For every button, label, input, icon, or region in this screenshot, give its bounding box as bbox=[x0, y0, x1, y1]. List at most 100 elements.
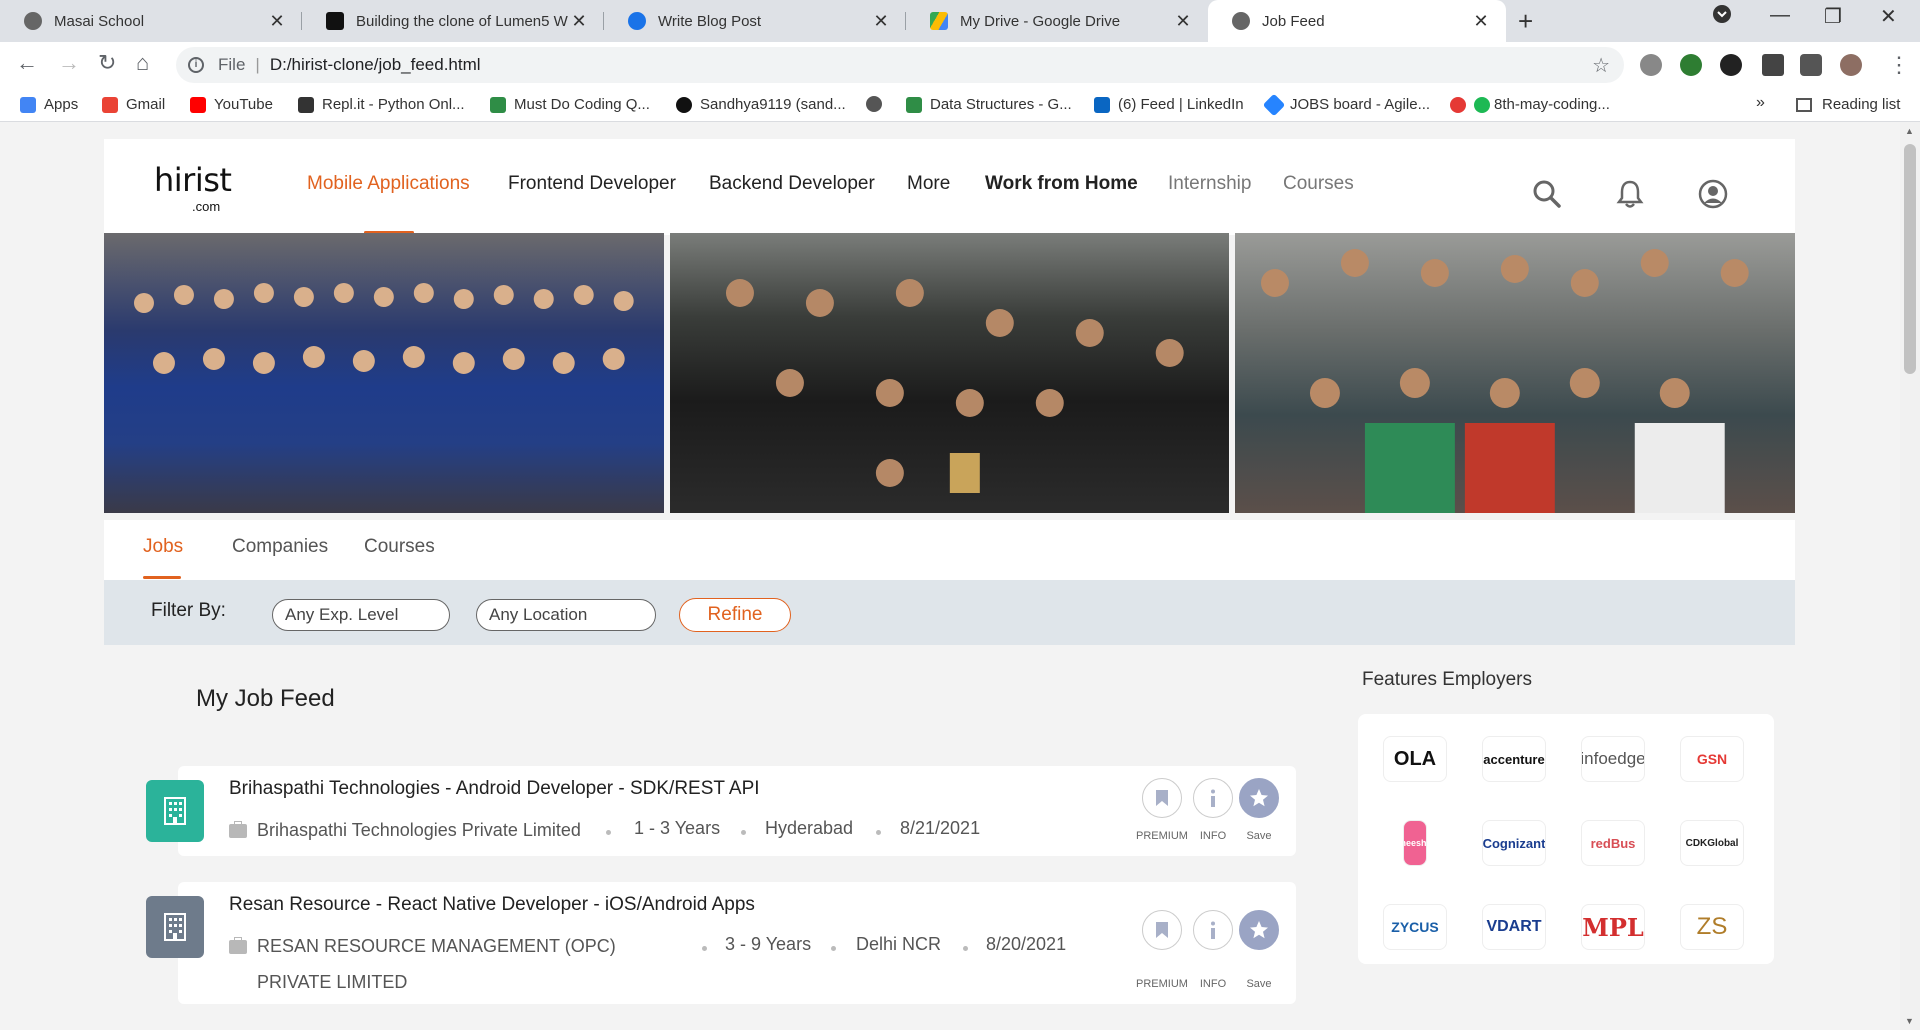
scroll-up-icon[interactable]: ▲ bbox=[1905, 126, 1914, 136]
employer-logo-vdart[interactable]: VDART bbox=[1482, 904, 1546, 950]
tab-companies[interactable]: Companies bbox=[232, 536, 328, 558]
home-icon[interactable]: ⌂ bbox=[136, 50, 149, 76]
bookmark-data-structures[interactable]: Data Structures - G... bbox=[906, 96, 1072, 113]
profile-avatar[interactable] bbox=[1840, 54, 1862, 76]
extension-html-icon[interactable] bbox=[1680, 54, 1702, 76]
close-icon[interactable]: ✕ bbox=[870, 11, 892, 32]
bookmark-globe[interactable] bbox=[866, 96, 890, 112]
bookmark-label: Data Structures - G... bbox=[930, 96, 1072, 113]
save-star-icon[interactable] bbox=[1239, 778, 1279, 818]
employer-logo-cognizant[interactable]: Cognizant bbox=[1482, 820, 1546, 866]
employer-logo-meesho[interactable]: meesho bbox=[1403, 820, 1427, 866]
bookmark-jira[interactable]: JOBS board - Agile... bbox=[1262, 93, 1430, 116]
reading-list-label: Reading list bbox=[1822, 96, 1901, 113]
tab-courses[interactable]: Courses bbox=[364, 536, 435, 558]
job-company: RESAN RESOURCE MANAGEMENT (OPC) PRIVATE … bbox=[229, 928, 619, 1000]
close-icon[interactable]: ✕ bbox=[1172, 11, 1194, 32]
bell-icon[interactable] bbox=[1616, 179, 1644, 214]
site-info-icon[interactable]: i bbox=[188, 57, 204, 73]
address-bar[interactable]: i File | D:/hirist-clone/job_feed.html ☆ bbox=[176, 47, 1624, 83]
info-icon[interactable] bbox=[1193, 778, 1233, 818]
browser-tab[interactable]: Building the clone of Lumen5 We ✕ bbox=[302, 0, 604, 42]
job-card[interactable]: Brihaspathi Technologies - Android Devel… bbox=[146, 766, 1296, 856]
employer-logo-infoedge[interactable]: infoedge bbox=[1581, 736, 1645, 782]
bookmark-gfg[interactable]: Must Do Coding Q... bbox=[490, 96, 650, 113]
site-logo[interactable]: hirist .com bbox=[154, 161, 232, 214]
apps-grid-icon bbox=[20, 96, 36, 113]
employer-logo-accenture[interactable]: accenture bbox=[1482, 736, 1546, 782]
extension-pen-icon[interactable] bbox=[1762, 54, 1784, 76]
employer-logo-mpl[interactable]: MPL bbox=[1581, 904, 1645, 950]
browser-tab[interactable]: Masai School ✕ bbox=[0, 0, 302, 42]
briefcase-icon bbox=[229, 821, 247, 838]
experience-level-select[interactable]: Any Exp. Level bbox=[272, 599, 450, 631]
employers-title: Features Employers bbox=[1362, 669, 1533, 690]
bookmark-label: (6) Feed | LinkedIn bbox=[1118, 96, 1244, 113]
job-title[interactable]: Brihaspathi Technologies - Android Devel… bbox=[229, 778, 760, 800]
bookmark-icon[interactable] bbox=[1142, 778, 1182, 818]
separator-dot bbox=[741, 830, 746, 835]
url-text[interactable]: D:/hirist-clone/job_feed.html bbox=[270, 55, 481, 75]
employer-logo-zycus[interactable]: ZYCUS bbox=[1383, 904, 1447, 950]
employer-logo-ola[interactable]: OLA bbox=[1383, 736, 1447, 782]
extensions-puzzle-icon[interactable] bbox=[1800, 54, 1822, 76]
bookmark-youtube[interactable]: YouTube bbox=[190, 96, 273, 113]
extension-lens-icon[interactable] bbox=[1720, 54, 1742, 76]
close-icon[interactable]: ✕ bbox=[1470, 11, 1492, 32]
nav-work-from-home[interactable]: Work from Home bbox=[985, 173, 1138, 195]
user-profile-icon[interactable] bbox=[1698, 179, 1728, 214]
coding-icon bbox=[1450, 96, 1466, 113]
back-icon[interactable]: ← bbox=[16, 50, 38, 76]
bookmark-label: YouTube bbox=[214, 96, 273, 113]
tab-search-icon[interactable] bbox=[1712, 4, 1732, 30]
info-icon[interactable] bbox=[1193, 910, 1233, 950]
nav-mobile-applications[interactable]: Mobile Applications bbox=[307, 173, 470, 195]
job-card[interactable]: Resan Resource - React Native Developer … bbox=[146, 882, 1296, 1004]
nav-frontend-developer[interactable]: Frontend Developer bbox=[508, 173, 676, 195]
refine-button[interactable]: Refine bbox=[679, 598, 791, 632]
separator-dot bbox=[831, 946, 836, 951]
employer-logo-cdkglobal[interactable]: CDKGlobal bbox=[1680, 820, 1744, 866]
scroll-down-icon[interactable]: ▼ bbox=[1905, 1016, 1914, 1026]
bookmark-replit[interactable]: Repl.it - Python Onl... bbox=[298, 96, 465, 113]
job-title[interactable]: Resan Resource - React Native Developer … bbox=[229, 894, 755, 916]
reading-list-button[interactable]: Reading list bbox=[1796, 96, 1900, 113]
employer-logo-redbus[interactable]: redBus bbox=[1581, 820, 1645, 866]
maximize-icon[interactable]: ❐ bbox=[1824, 4, 1842, 29]
browser-tab-active[interactable]: Job Feed ✕ bbox=[1208, 0, 1506, 42]
forward-icon[interactable]: → bbox=[58, 50, 80, 76]
search-icon[interactable] bbox=[1532, 179, 1562, 214]
save-star-icon[interactable] bbox=[1239, 910, 1279, 950]
nav-more[interactable]: More bbox=[907, 173, 950, 195]
employer-logo-gsn[interactable]: GSN bbox=[1680, 736, 1744, 782]
nav-courses[interactable]: Courses bbox=[1283, 173, 1354, 195]
browser-tab[interactable]: Write Blog Post ✕ bbox=[604, 0, 906, 42]
separator-dot bbox=[963, 946, 968, 951]
window-close-icon[interactable]: ✕ bbox=[1880, 4, 1897, 29]
bookmark-github[interactable]: Sandhya9119 (sand... bbox=[676, 96, 846, 113]
extension-bug-icon[interactable] bbox=[1640, 54, 1662, 76]
reload-icon[interactable]: ↻ bbox=[98, 50, 116, 76]
bookmark-gmail[interactable]: Gmail bbox=[102, 96, 165, 113]
bookmark-coding[interactable]: 8th-may-coding... bbox=[1450, 96, 1610, 113]
browser-menu-icon[interactable]: ⋮ bbox=[1888, 52, 1910, 78]
scrollbar-thumb[interactable] bbox=[1904, 144, 1916, 374]
nav-internship[interactable]: Internship bbox=[1168, 173, 1251, 195]
more-bookmarks-icon[interactable]: » bbox=[1756, 94, 1765, 112]
browser-tab[interactable]: My Drive - Google Drive ✕ bbox=[906, 0, 1208, 42]
employer-logo-zs[interactable]: ZS bbox=[1680, 904, 1744, 950]
location-select[interactable]: Any Location bbox=[476, 599, 656, 631]
close-icon[interactable]: ✕ bbox=[568, 11, 590, 32]
nav-backend-developer[interactable]: Backend Developer bbox=[709, 173, 875, 195]
bookmark-icon[interactable] bbox=[1142, 910, 1182, 950]
minimize-icon[interactable]: — bbox=[1770, 4, 1790, 27]
page-scrollbar[interactable]: ▲ ▼ bbox=[1900, 122, 1920, 1030]
separator-dot bbox=[702, 946, 707, 951]
bookmark-apps[interactable]: Apps bbox=[20, 96, 78, 113]
tab-jobs[interactable]: Jobs bbox=[143, 536, 183, 558]
bookmark-star-icon[interactable]: ☆ bbox=[1592, 53, 1610, 78]
new-tab-button[interactable]: + bbox=[1518, 6, 1533, 37]
bookmark-linkedin[interactable]: (6) Feed | LinkedIn bbox=[1094, 96, 1244, 113]
bookmarks-bar: Apps Gmail YouTube Repl.it - Python Onl.… bbox=[0, 88, 1920, 122]
close-icon[interactable]: ✕ bbox=[266, 11, 288, 32]
